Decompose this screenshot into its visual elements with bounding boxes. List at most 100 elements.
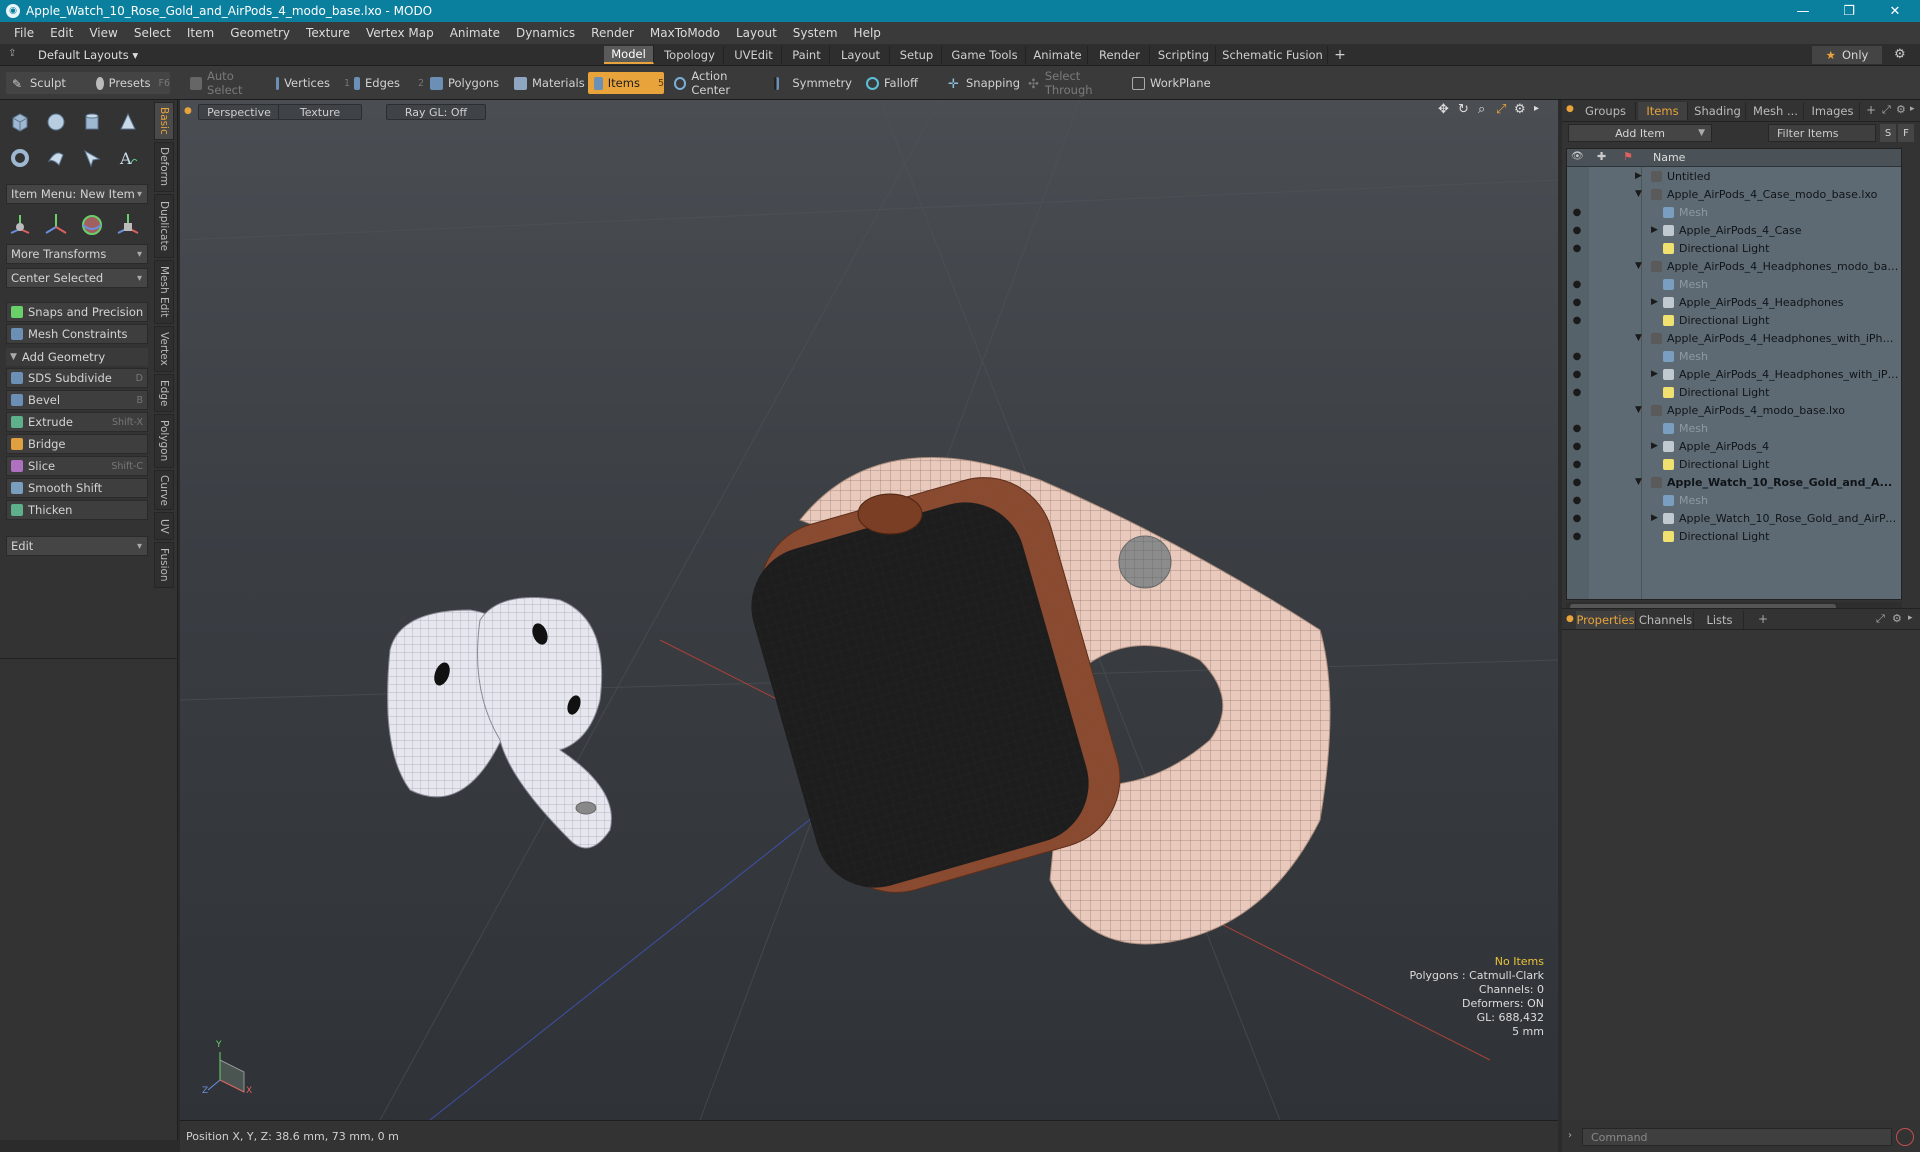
visibility-eye-icon[interactable]: ● bbox=[1571, 296, 1583, 308]
tree-row[interactable]: ● Directional Light bbox=[1567, 239, 1901, 257]
tab-model[interactable]: Model bbox=[604, 46, 654, 64]
only-toggle[interactable]: ★ Only bbox=[1812, 46, 1882, 64]
minimize-button[interactable]: — bbox=[1780, 0, 1826, 22]
tab-shading[interactable]: Shading bbox=[1690, 102, 1746, 120]
tree-row[interactable]: ▼ Apple_AirPods_4_Headphones_with_iPhon .… bbox=[1567, 329, 1901, 347]
bridge-button[interactable]: Bridge bbox=[6, 434, 148, 454]
add-tab-button[interactable]: + bbox=[1332, 46, 1348, 64]
presets-button[interactable]: Presets F6 bbox=[90, 72, 170, 94]
expand-panel-icon[interactable]: ⤢ bbox=[1882, 103, 1891, 117]
s-button[interactable]: S bbox=[1880, 124, 1896, 142]
properties-menu-icon[interactable]: ● bbox=[1566, 614, 1574, 624]
menu-item[interactable]: Item bbox=[179, 26, 222, 40]
torus-primitive-icon[interactable] bbox=[4, 142, 36, 174]
tab-setup[interactable]: Setup bbox=[892, 46, 942, 64]
tab-animate[interactable]: Animate bbox=[1028, 46, 1088, 64]
visibility-eye-icon[interactable]: ● bbox=[1571, 368, 1583, 380]
command-input[interactable]: Command bbox=[1582, 1128, 1892, 1146]
tab-lists[interactable]: Lists bbox=[1696, 611, 1744, 629]
properties-settings-icon[interactable]: ⚙ bbox=[1892, 612, 1902, 625]
visibility-eye-icon[interactable]: ● bbox=[1571, 224, 1583, 236]
tab-game-tools[interactable]: Game Tools bbox=[944, 46, 1026, 64]
tab-schematic-fusion[interactable]: Schematic Fusion bbox=[1218, 46, 1328, 64]
rotate-tool-icon[interactable] bbox=[40, 208, 72, 240]
tree-row[interactable]: ▼ Apple_AirPods_4_Headphones_modo_bas ... bbox=[1567, 257, 1901, 275]
tab-images[interactable]: Images bbox=[1806, 102, 1860, 120]
tab-items[interactable]: Items bbox=[1638, 102, 1688, 120]
tree-row[interactable]: ▼ Apple_AirPods_4_modo_base.lxo bbox=[1567, 401, 1901, 419]
tree-row[interactable]: ● ▶ Apple_AirPods_4_Headphones_with_iPh ..… bbox=[1567, 365, 1901, 383]
auto-select-button[interactable]: Auto Select bbox=[184, 69, 268, 97]
menu-maxtomodo[interactable]: MaxToModo bbox=[642, 26, 728, 40]
expand-arrow-down-icon[interactable]: ▼ bbox=[1635, 405, 1642, 415]
vertices-button[interactable]: Vertices 1 bbox=[270, 72, 350, 94]
menu-file[interactable]: File bbox=[6, 26, 42, 40]
polygons-button[interactable]: Polygons bbox=[424, 72, 504, 94]
maximize-button[interactable]: ❐ bbox=[1826, 0, 1872, 22]
visibility-eye-icon[interactable]: ● bbox=[1571, 350, 1583, 362]
snaps-and-precision-button[interactable]: Snaps and Precision bbox=[6, 302, 148, 322]
menu-select[interactable]: Select bbox=[126, 26, 179, 40]
vtab-uv[interactable]: UV bbox=[154, 512, 174, 540]
workplane-button[interactable]: WorkPlane bbox=[1126, 72, 1212, 94]
center-selected-dropdown[interactable]: Center Selected bbox=[6, 268, 148, 288]
more-transforms-dropdown[interactable]: More Transforms bbox=[6, 244, 148, 264]
vtab-duplicate[interactable]: Duplicate bbox=[154, 194, 174, 258]
tree-row[interactable]: ● Directional Light bbox=[1567, 383, 1901, 401]
extrude-button[interactable]: Extrude Shift-X bbox=[6, 412, 148, 432]
close-button[interactable]: ✕ bbox=[1872, 0, 1918, 22]
menu-render[interactable]: Render bbox=[583, 26, 642, 40]
expand-arrow-right-icon[interactable]: ▶ bbox=[1651, 441, 1658, 451]
menu-view[interactable]: View bbox=[81, 26, 125, 40]
vtab-vertex[interactable]: Vertex bbox=[154, 326, 174, 372]
bevel-button[interactable]: Bevel B bbox=[6, 390, 148, 410]
tree-row[interactable]: ● ▶ Apple_Watch_10_Rose_Gold_and_AirPo ... bbox=[1567, 509, 1901, 527]
expand-arrow-down-icon[interactable]: ▼ bbox=[1635, 477, 1642, 487]
tab-mesh[interactable]: Mesh ... bbox=[1748, 102, 1804, 120]
expand-arrow-right-icon[interactable]: ▶ bbox=[1651, 513, 1658, 523]
menu-animate[interactable]: Animate bbox=[442, 26, 508, 40]
cube-primitive-icon[interactable] bbox=[4, 106, 36, 138]
f-button[interactable]: F bbox=[1898, 124, 1914, 142]
visibility-eye-icon[interactable]: ● bbox=[1571, 440, 1583, 452]
panel-more-icon[interactable]: ▸ bbox=[1910, 104, 1915, 114]
menu-dynamics[interactable]: Dynamics bbox=[508, 26, 583, 40]
item-tree[interactable]: 👁 ✚ ⚑ Name ▶ Untitled ▼ Apple_AirPods_4_Cas… bbox=[1566, 148, 1902, 600]
menu-system[interactable]: System bbox=[785, 26, 846, 40]
tree-row[interactable]: ● ▶ Apple_AirPods_4_Case bbox=[1567, 221, 1901, 239]
tab-properties[interactable]: Properties bbox=[1576, 611, 1636, 629]
visibility-eye-icon[interactable]: ● bbox=[1571, 386, 1583, 398]
tree-row[interactable]: ● Directional Light bbox=[1567, 455, 1901, 473]
expand-arrow-right-icon[interactable]: ▶ bbox=[1651, 297, 1658, 307]
edges-button[interactable]: Edges 2 bbox=[348, 72, 424, 94]
tab-layout[interactable]: Layout bbox=[832, 46, 890, 64]
visibility-eye-icon[interactable]: ● bbox=[1571, 206, 1583, 218]
vtab-mesh-edit[interactable]: Mesh Edit bbox=[154, 260, 174, 324]
expand-arrow-right-icon[interactable]: ▶ bbox=[1651, 225, 1658, 235]
smooth-shift-button[interactable]: Smooth Shift bbox=[6, 478, 148, 498]
tree-row[interactable]: ● Mesh bbox=[1567, 275, 1901, 293]
vtab-basic[interactable]: Basic bbox=[154, 102, 174, 140]
tree-row[interactable]: ● Directional Light bbox=[1567, 311, 1901, 329]
command-expand-icon[interactable]: › bbox=[1568, 1130, 1572, 1141]
visibility-eye-icon[interactable] bbox=[1571, 170, 1583, 182]
tab-paint[interactable]: Paint bbox=[784, 46, 830, 64]
tree-row[interactable]: ● Directional Light bbox=[1567, 527, 1901, 545]
tree-row[interactable]: ● ▶ Apple_AirPods_4 bbox=[1567, 437, 1901, 455]
text-tool-icon[interactable]: A bbox=[112, 142, 144, 174]
capsule-primitive-icon[interactable] bbox=[40, 142, 72, 174]
properties-more-icon[interactable]: ▸ bbox=[1908, 613, 1913, 623]
visibility-eye-icon[interactable] bbox=[1571, 332, 1583, 344]
visibility-eye-icon[interactable]: ● bbox=[1571, 512, 1583, 524]
visibility-eye-icon[interactable]: ● bbox=[1571, 314, 1583, 326]
tab-groups[interactable]: Groups bbox=[1576, 102, 1636, 120]
visibility-eye-icon[interactable]: ● bbox=[1571, 530, 1583, 542]
mesh-constraints-button[interactable]: Mesh Constraints bbox=[6, 324, 148, 344]
tab-scripting[interactable]: Scripting bbox=[1152, 46, 1216, 64]
3d-viewport[interactable]: ● Perspective Texture Ray GL: Off ✥ ↻ ⌕ … bbox=[180, 100, 1558, 1120]
default-layouts-dropdown[interactable]: Default Layouts ▾ bbox=[38, 48, 138, 62]
symmetry-button[interactable]: Symmetry bbox=[768, 72, 852, 94]
cone-primitive-icon[interactable] bbox=[112, 106, 144, 138]
vtab-fusion[interactable]: Fusion bbox=[154, 542, 174, 588]
visibility-eye-icon[interactable]: ● bbox=[1571, 242, 1583, 254]
